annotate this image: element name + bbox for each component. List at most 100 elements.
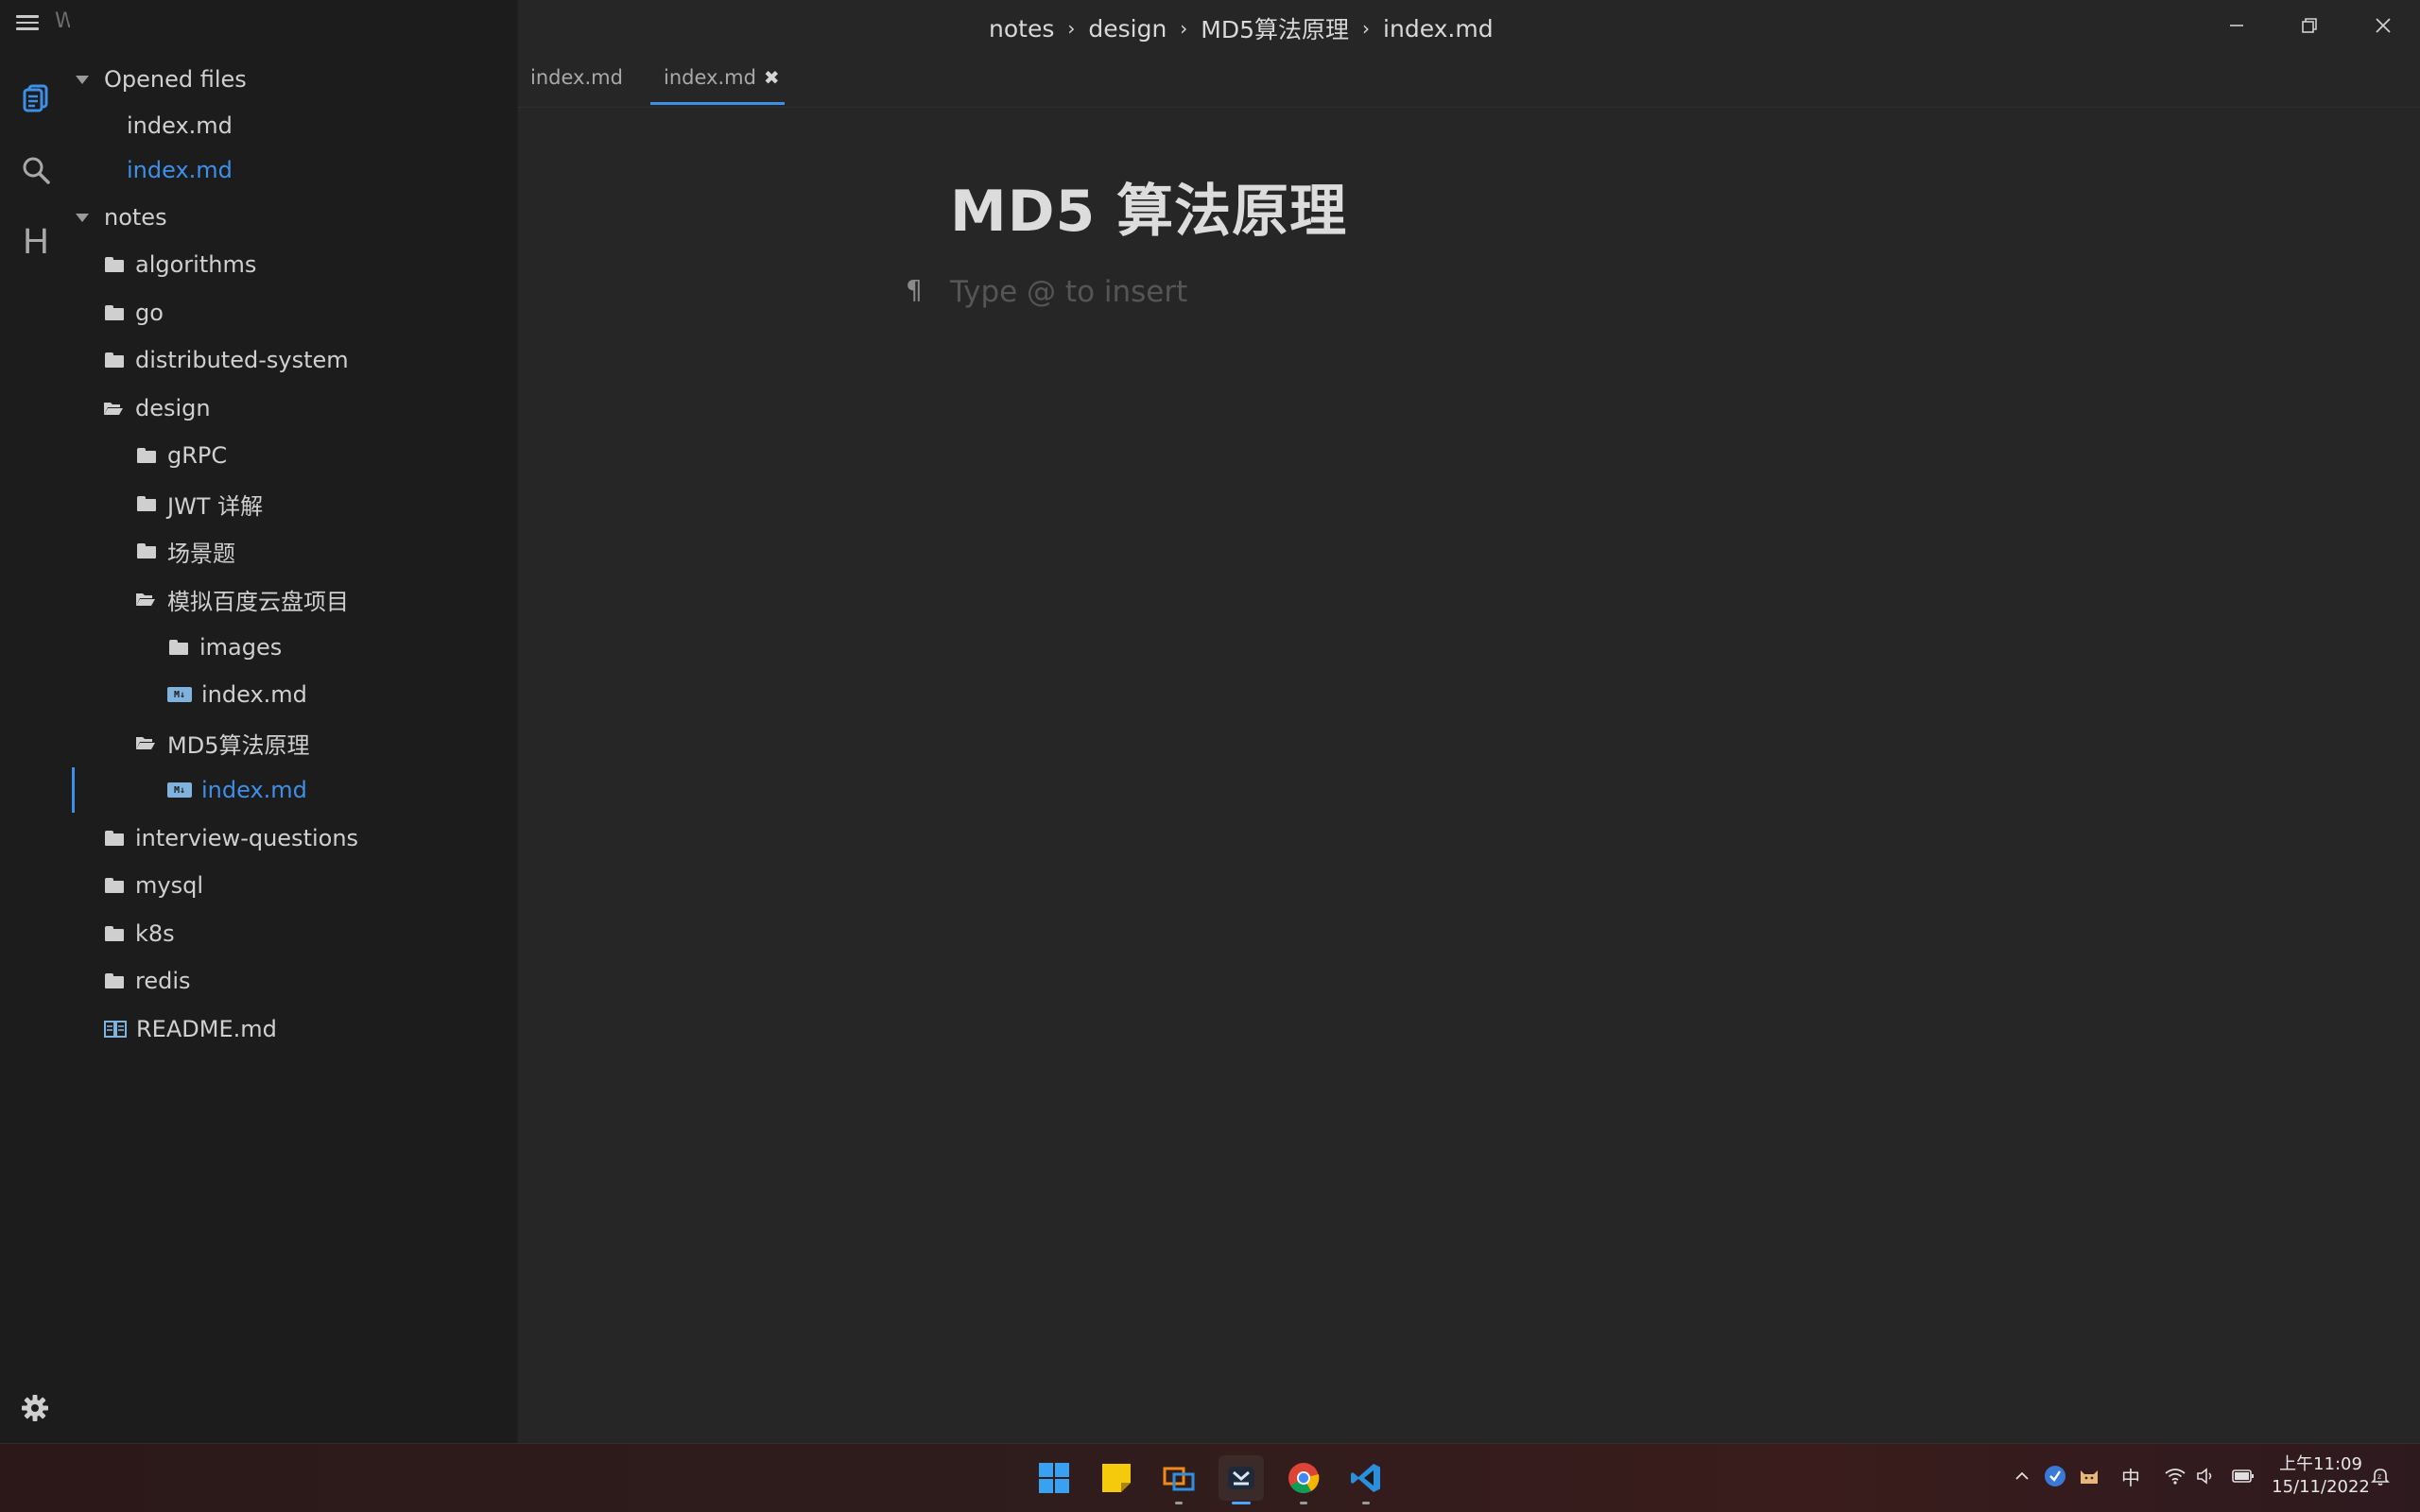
close-window-button[interactable] xyxy=(2367,9,2399,42)
tree-item-readme[interactable]: README.md xyxy=(104,1010,277,1048)
active-file-indicator xyxy=(72,767,75,813)
folder-label: notes xyxy=(104,204,167,231)
opened-files-section[interactable]: Opened files xyxy=(76,60,247,98)
files-icon[interactable] xyxy=(19,81,53,115)
tree-item-baidu-index[interactable]: M↓ index.md xyxy=(167,676,307,713)
tab-bar: index.md index.md ✖ xyxy=(518,53,2420,108)
breadcrumb-item[interactable]: index.md xyxy=(1383,15,1494,43)
clock-time: 上午11:09 xyxy=(2279,1454,2362,1474)
svg-text:z: z xyxy=(2377,1472,2381,1481)
app-window: H W 6 Opened files xyxy=(0,0,2420,1443)
folder-icon xyxy=(105,973,124,988)
tray-app-icon[interactable] xyxy=(2042,1463,2068,1489)
restore-button[interactable] xyxy=(2293,9,2325,42)
breadcrumb-item[interactable]: notes xyxy=(989,15,1054,43)
tree-item-design[interactable]: design xyxy=(103,389,211,427)
tree-item-scenario[interactable]: 场景题 xyxy=(137,532,235,570)
running-indicator xyxy=(1300,1502,1307,1504)
active-app-indicator xyxy=(1232,1502,1251,1504)
running-indicator xyxy=(1362,1502,1370,1504)
folder-label: algorithms xyxy=(135,251,257,278)
editor-placeholder[interactable]: Type @ to insert xyxy=(950,275,1187,309)
editor-area[interactable]: MD5 算法原理 ¶ Type @ to insert xyxy=(518,109,2420,1443)
volume-icon[interactable] xyxy=(2193,1463,2220,1489)
clock-date: 15/11/2022 xyxy=(2272,1477,2370,1497)
folder-label: go xyxy=(135,300,164,326)
chevron-right-icon: › xyxy=(1067,17,1076,40)
breadcrumb-item[interactable]: MD5算法原理 xyxy=(1201,11,1349,45)
folder-open-icon xyxy=(104,403,123,415)
chevron-up-icon[interactable] xyxy=(2009,1463,2035,1489)
folder-label: design xyxy=(135,395,211,421)
tree-item-k8s[interactable]: k8s xyxy=(105,915,175,953)
folder-label: gRPC xyxy=(167,442,228,469)
tree-item-algorithms[interactable]: algorithms xyxy=(105,246,256,284)
folder-icon xyxy=(105,831,124,846)
typora-app-icon[interactable] xyxy=(1219,1455,1264,1504)
breadcrumb: notes › design › MD5算法原理 › index.md xyxy=(989,11,1494,45)
running-indicator xyxy=(1175,1502,1183,1504)
tree-item-grpc[interactable]: gRPC xyxy=(137,437,227,474)
heading-icon[interactable]: H xyxy=(19,224,53,260)
folder-label: MD5算法原理 xyxy=(167,731,310,759)
file-label: index.md xyxy=(201,681,307,708)
search-icon[interactable] xyxy=(19,153,53,187)
tree-item-distributed-system[interactable]: distributed-system xyxy=(105,341,349,379)
menu-icon[interactable] xyxy=(16,11,39,34)
folder-icon xyxy=(105,926,124,941)
tree-item-md5[interactable]: MD5算法原理 xyxy=(135,724,309,762)
folder-label: distributed-system xyxy=(135,347,349,373)
folder-open-icon xyxy=(136,593,155,606)
chevron-down-icon xyxy=(76,213,89,222)
folder-label: interview-questions xyxy=(135,825,359,851)
gear-icon[interactable] xyxy=(21,1394,49,1422)
breadcrumb-item[interactable]: design xyxy=(1088,15,1167,43)
tree-item-md5-index[interactable]: M↓ index.md xyxy=(167,771,307,809)
folder-label: 模拟百度云盘项目 xyxy=(167,588,349,615)
cat-tray-icon[interactable] xyxy=(2076,1463,2102,1489)
chevron-right-icon: › xyxy=(1180,17,1188,40)
windows-start-icon[interactable] xyxy=(1031,1455,1077,1501)
tree-item-go[interactable]: go xyxy=(105,294,164,332)
tab-label: index.md xyxy=(664,66,756,89)
activity-bar: H xyxy=(0,0,70,1443)
tab-index-2-active[interactable]: index.md ✖ xyxy=(664,66,780,89)
chevron-down-icon xyxy=(76,75,89,84)
paragraph-icon[interactable]: ¶ xyxy=(906,274,923,305)
document-title[interactable]: MD5 算法原理 xyxy=(950,165,1347,248)
file-label: index.md xyxy=(127,157,233,183)
input-method-indicator[interactable]: 中 xyxy=(2118,1463,2144,1489)
remote-desktop-icon[interactable] xyxy=(1156,1455,1201,1504)
folder-icon xyxy=(105,352,124,368)
minimize-button[interactable] xyxy=(2221,9,2253,42)
windows-taskbar: 中 上午11:09 15/11/2022 z xyxy=(0,1443,2420,1512)
sticky-notes-icon[interactable] xyxy=(1094,1455,1139,1501)
notification-bell-icon[interactable]: z xyxy=(2367,1463,2394,1489)
active-tab-indicator xyxy=(650,102,785,105)
tree-item-redis[interactable]: redis xyxy=(105,962,191,1000)
folder-icon xyxy=(169,640,188,655)
battery-icon[interactable] xyxy=(2230,1463,2256,1489)
tree-item-images[interactable]: images xyxy=(169,628,282,666)
file-label: index.md xyxy=(201,777,307,803)
tree-item-interview-questions[interactable]: interview-questions xyxy=(105,819,358,857)
tree-item-baidu-project[interactable]: 模拟百度云盘项目 xyxy=(135,580,349,618)
system-clock[interactable]: 上午11:09 15/11/2022 xyxy=(2269,1453,2373,1499)
tab-label: index.md xyxy=(530,66,623,89)
close-icon[interactable]: ✖ xyxy=(764,66,780,89)
opened-file-item[interactable]: index.md xyxy=(127,107,233,145)
opened-file-item-active[interactable]: index.md xyxy=(127,151,233,189)
folder-label: k8s xyxy=(135,920,175,947)
tree-item-mysql[interactable]: mysql xyxy=(105,867,203,904)
folder-label: JWT 详解 xyxy=(167,492,264,520)
folder-icon xyxy=(137,543,156,558)
folder-icon xyxy=(105,305,124,320)
file-label: README.md xyxy=(136,1016,277,1042)
vscode-icon[interactable] xyxy=(1343,1455,1389,1504)
tree-item-jwt[interactable]: JWT 详解 xyxy=(137,485,263,523)
folder-icon xyxy=(105,878,124,893)
tab-index-1[interactable]: index.md xyxy=(530,66,623,89)
wifi-icon[interactable] xyxy=(2162,1463,2188,1489)
chrome-icon[interactable] xyxy=(1281,1455,1326,1504)
notes-root[interactable]: notes xyxy=(76,198,167,236)
